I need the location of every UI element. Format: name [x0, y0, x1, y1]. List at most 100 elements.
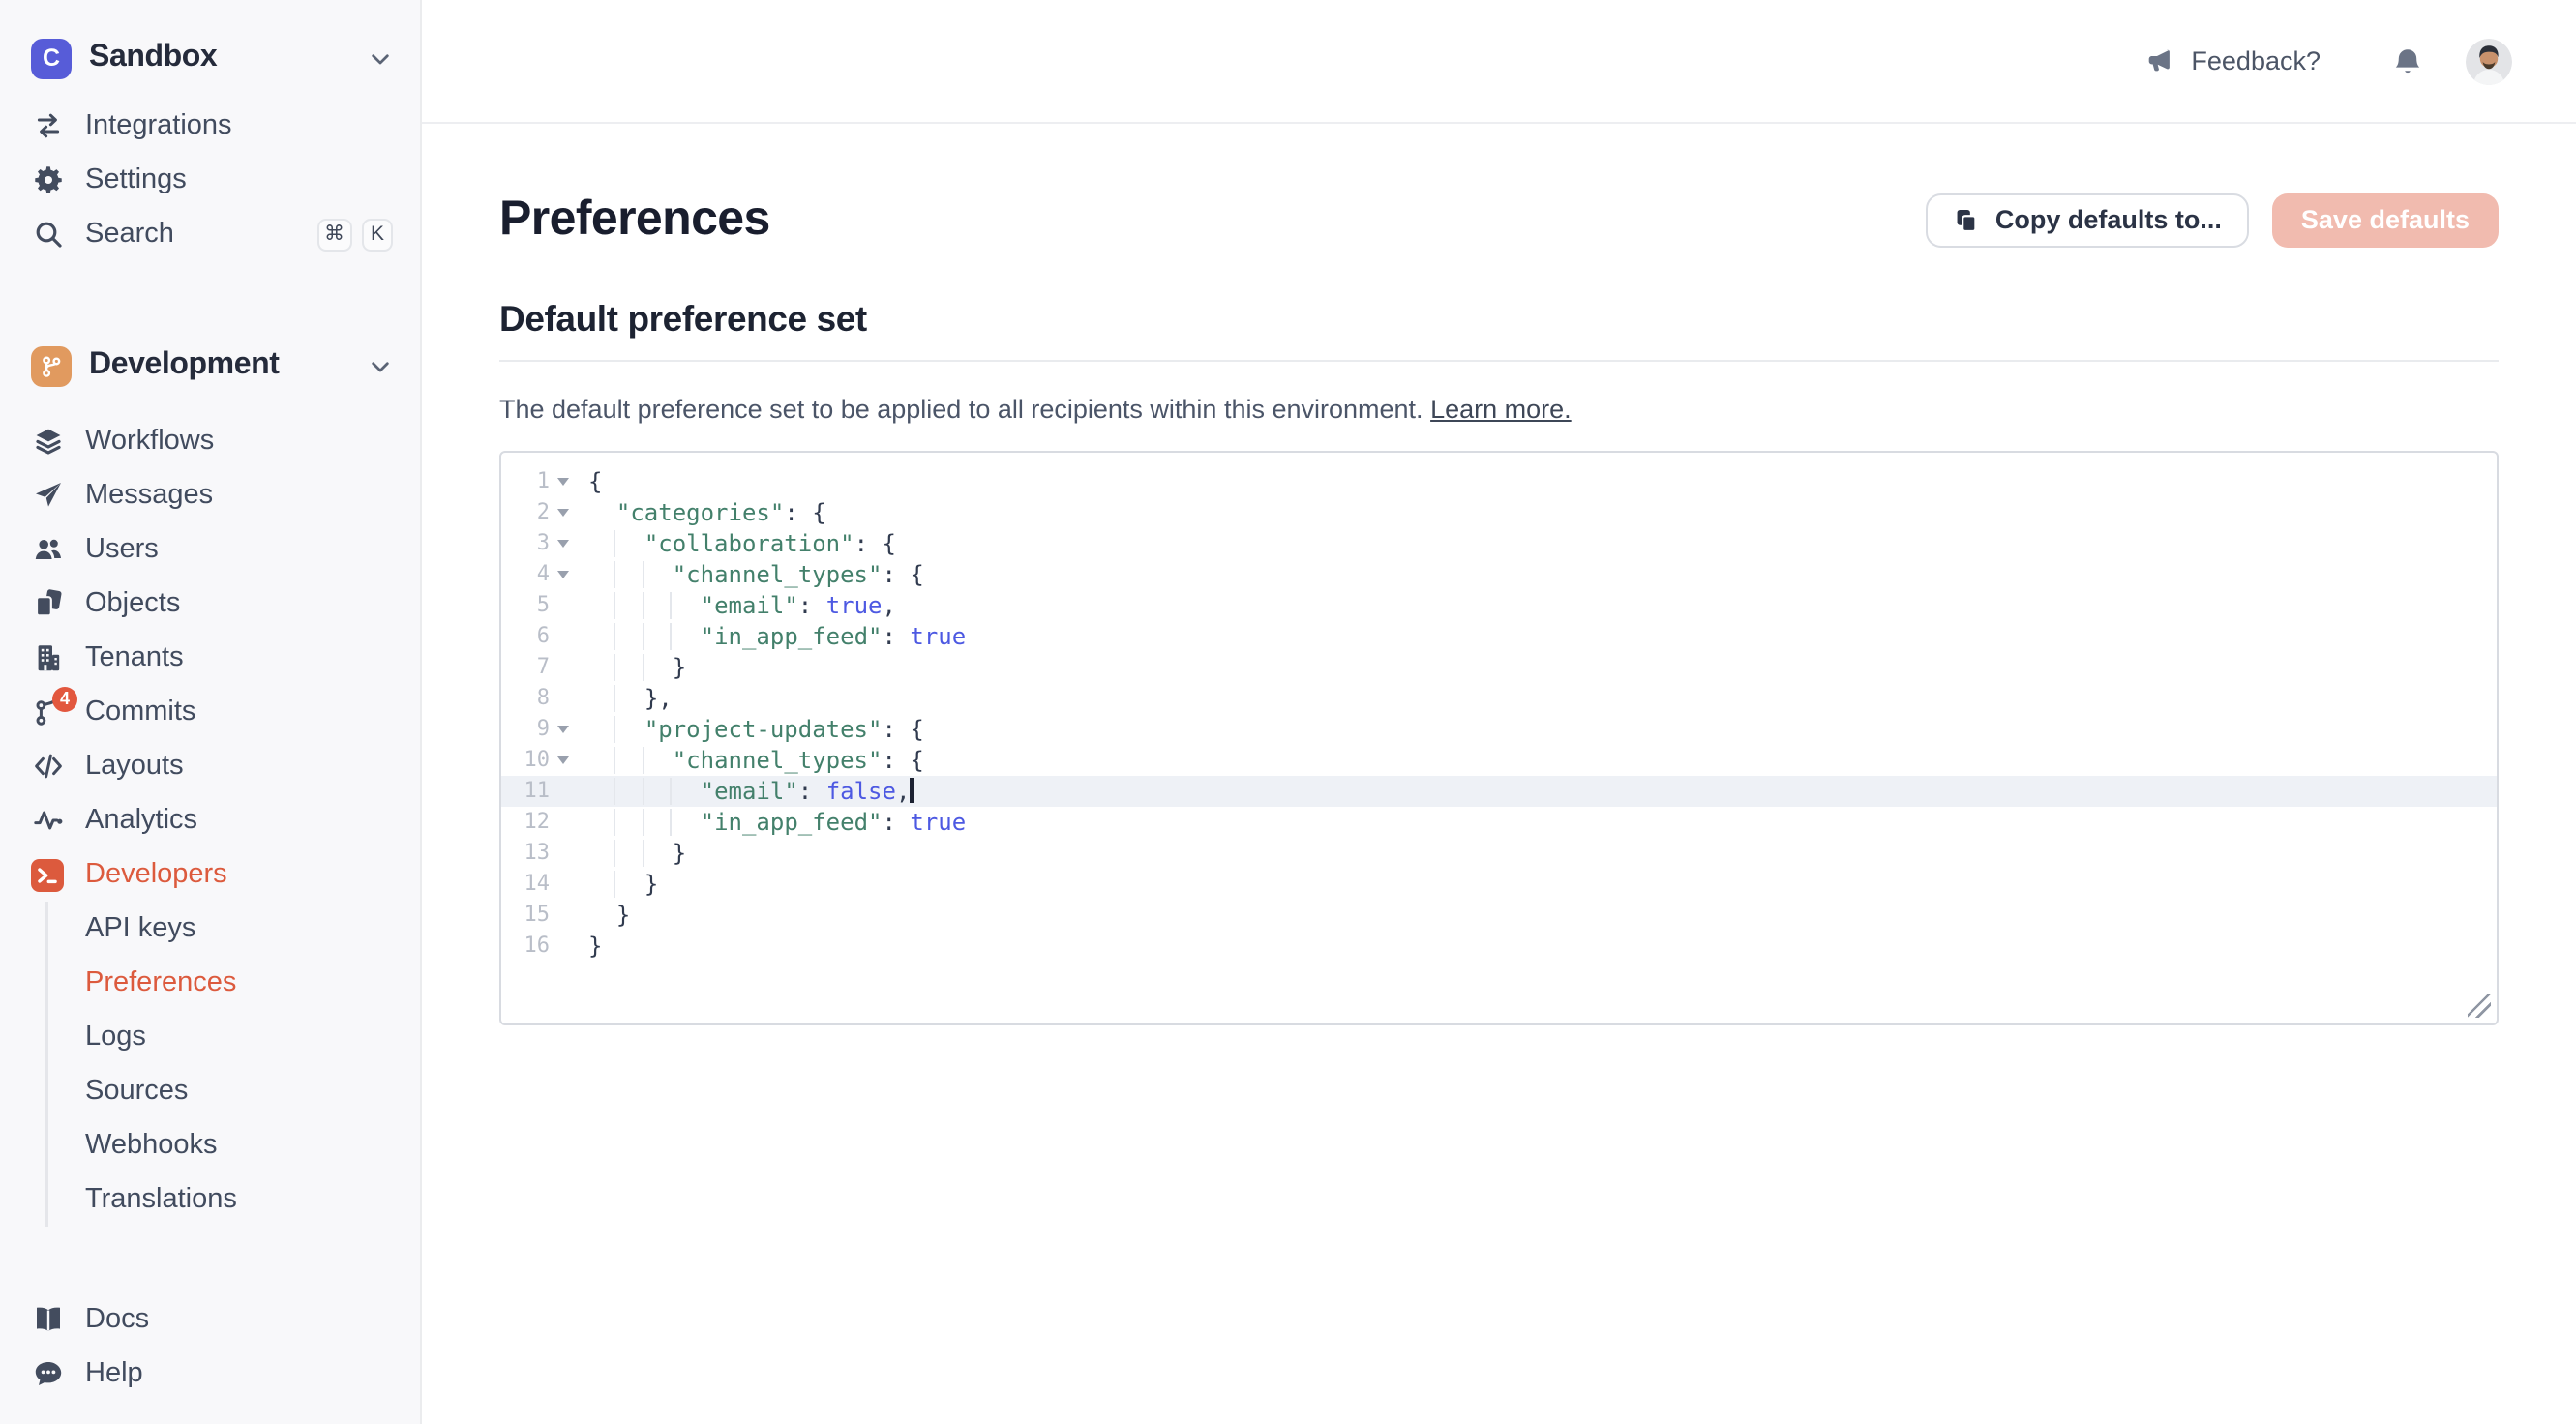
fold-gutter	[550, 590, 577, 621]
chat-icon	[31, 1357, 64, 1390]
layers-icon	[31, 425, 64, 458]
code-text: "email": false,	[588, 776, 913, 807]
fold-toggle-icon[interactable]	[550, 745, 577, 776]
code-line: 16}	[501, 931, 2497, 962]
indent-whitespace	[588, 902, 616, 929]
workspace-name: Sandbox	[89, 41, 217, 75]
environment-switcher[interactable]: Development	[31, 337, 393, 395]
sidebar-item-analytics[interactable]: Analytics	[31, 793, 393, 847]
code-punct: : {	[882, 561, 923, 588]
fold-toggle-icon[interactable]	[550, 497, 577, 528]
sidebar-item-integrations[interactable]: Integrations	[31, 99, 393, 153]
sidebar-item-webhooks[interactable]: Webhooks	[85, 1118, 393, 1172]
line-number: 1	[501, 466, 550, 497]
indent-whitespace	[588, 561, 673, 588]
megaphone-icon	[2144, 46, 2173, 75]
fold-toggle-icon[interactable]	[550, 559, 577, 590]
code-text: "channel_types": {	[588, 745, 924, 776]
sidebar-item-objects[interactable]: Objects	[31, 577, 393, 631]
sidebar-footer-nav: Docs Help	[31, 1292, 393, 1401]
sidebar-item-label: Search	[85, 219, 174, 250]
code-line: 14 }	[501, 869, 2497, 900]
sidebar-item-label: Help	[85, 1358, 143, 1389]
code-area: 1{2 "categories": {3 "collaboration": {4…	[501, 466, 2497, 962]
indent-whitespace	[588, 623, 701, 650]
code-line: 11 "email": false,	[501, 776, 2497, 807]
user-avatar[interactable]	[2466, 38, 2512, 84]
sidebar-item-commits[interactable]: 4Commits	[31, 685, 393, 739]
line-number: 9	[501, 714, 550, 745]
indent-whitespace	[588, 685, 644, 712]
documents-icon	[31, 587, 64, 620]
sidebar-item-messages[interactable]: Messages	[31, 468, 393, 522]
json-editor[interactable]: 1{2 "categories": {3 "collaboration": {4…	[499, 451, 2499, 1025]
developers-subnav: API keys Preferences Logs Sources Webhooks Tr…	[45, 902, 393, 1227]
sidebar-item-users[interactable]: Users	[31, 522, 393, 577]
fold-gutter	[550, 652, 577, 683]
keyboard-shortcut: ⌘K	[316, 218, 393, 251]
feedback-button[interactable]: Feedback?	[2144, 46, 2321, 75]
fold-toggle-icon[interactable]	[550, 466, 577, 497]
fold-toggle-icon[interactable]	[550, 714, 577, 745]
sidebar-item-label: Webhooks	[85, 1130, 218, 1161]
kbd-cmd: ⌘	[316, 218, 352, 251]
page-actions: Copy defaults to... Save defaults	[1926, 193, 2499, 247]
code-punct: :	[798, 592, 826, 619]
save-defaults-button[interactable]: Save defaults	[2272, 193, 2499, 247]
app-root: C Sandbox Integrations Settings Search ⌘K D…	[0, 0, 2576, 1424]
code-punct: :	[882, 623, 910, 650]
save-defaults-label: Save defaults	[2301, 205, 2470, 234]
code-text: },	[588, 683, 673, 714]
sidebar-item-api-keys[interactable]: API keys	[85, 902, 393, 956]
sidebar-item-tenants[interactable]: Tenants	[31, 631, 393, 685]
copy-defaults-button[interactable]: Copy defaults to...	[1926, 193, 2249, 247]
sidebar-item-settings[interactable]: Settings	[31, 153, 393, 207]
code-boolean: true	[826, 592, 883, 619]
code-punct: }	[588, 933, 602, 960]
integrations-icon	[31, 109, 64, 142]
chevron-down-icon	[368, 353, 393, 378]
code-punct: : {	[882, 747, 923, 774]
code-string: "project-updates"	[644, 716, 883, 743]
code-punct: ,	[883, 592, 896, 619]
learn-more-link[interactable]: Learn more.	[1430, 395, 1572, 424]
line-number: 7	[501, 652, 550, 683]
line-number: 2	[501, 497, 550, 528]
code-line: 3 "collaboration": {	[501, 528, 2497, 559]
sidebar-item-layouts[interactable]: Layouts	[31, 739, 393, 793]
code-string: "categories"	[616, 499, 784, 526]
fold-gutter	[550, 621, 577, 652]
code-line: 6 "in_app_feed": true	[501, 621, 2497, 652]
line-number: 14	[501, 869, 550, 900]
code-punct: :	[882, 809, 910, 836]
notifications-button[interactable]	[2392, 45, 2423, 76]
sidebar-item-translations[interactable]: Translations	[85, 1172, 393, 1227]
workspace-switcher[interactable]: C Sandbox	[31, 29, 393, 87]
fold-toggle-icon[interactable]	[550, 528, 577, 559]
sidebar-item-logs[interactable]: Logs	[85, 1010, 393, 1064]
line-number: 15	[501, 900, 550, 931]
main-column: Feedback?	[422, 0, 2576, 1424]
sidebar: C Sandbox Integrations Settings Search ⌘K D…	[0, 0, 422, 1424]
sidebar-item-sources[interactable]: Sources	[85, 1064, 393, 1118]
sidebar-item-label: Settings	[85, 164, 187, 195]
sidebar-item-preferences[interactable]: Preferences	[85, 956, 393, 1010]
sidebar-item-label: Developers	[85, 859, 227, 890]
copy-icon	[1953, 206, 1980, 233]
indent-whitespace	[588, 809, 701, 836]
sidebar-item-label: Translations	[85, 1184, 237, 1215]
resize-handle[interactable]	[2468, 994, 2491, 1018]
indent-whitespace	[588, 840, 673, 867]
sidebar-item-developers[interactable]: Developers	[31, 847, 393, 902]
sidebar-item-search[interactable]: Search ⌘K	[31, 207, 393, 261]
sidebar-item-label: Preferences	[85, 967, 236, 998]
code-line: 5 "email": true,	[501, 590, 2497, 621]
sidebar-item-workflows[interactable]: Workflows	[31, 414, 393, 468]
sidebar-item-docs[interactable]: Docs	[31, 1292, 393, 1347]
code-line: 9 "project-updates": {	[501, 714, 2497, 745]
sidebar-item-label: Logs	[85, 1022, 146, 1053]
page-header: Preferences Copy defaults to... Save def…	[499, 192, 2499, 248]
sidebar-item-help[interactable]: Help	[31, 1347, 393, 1401]
sidebar-item-label: Tenants	[85, 642, 184, 673]
sidebar-item-label: Docs	[85, 1304, 149, 1335]
